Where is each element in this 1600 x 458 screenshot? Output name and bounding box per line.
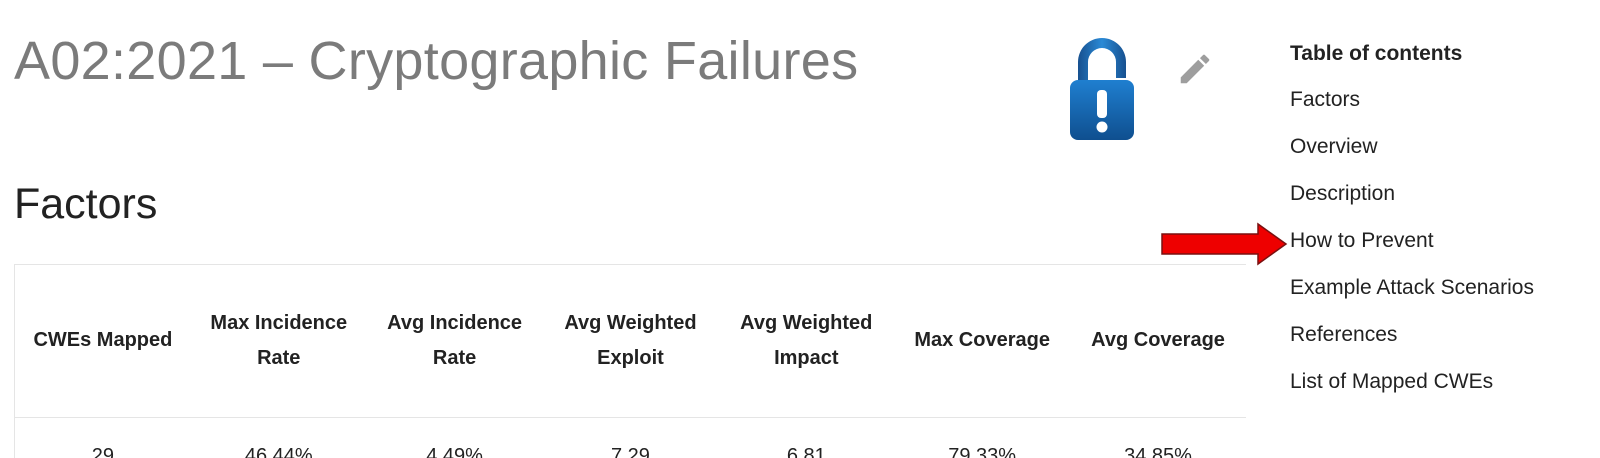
factors-heading: Factors xyxy=(14,180,158,228)
table-cell: 6.81 xyxy=(786,444,826,458)
toc-item-overview[interactable]: Overview xyxy=(1290,131,1590,178)
table-cell: 29 xyxy=(91,444,115,458)
page-title: A02:2021 – Cryptographic Failures xyxy=(14,31,859,91)
page: A02:2021 – Cryptographic Failures Factor… xyxy=(0,0,1600,458)
table-cell: 7.29 xyxy=(610,444,650,458)
unlocked-padlock-icon xyxy=(1068,34,1136,142)
table-header-row: CWEs Mapped Max Incidence Rate Avg Incid… xyxy=(15,265,1246,418)
column-header: CWEs Mapped xyxy=(15,265,191,418)
toc-item-description[interactable]: Description xyxy=(1290,178,1590,225)
table-cell: 34.85% xyxy=(1124,444,1192,458)
table-cell: 4.49% xyxy=(426,444,483,458)
table-cell: 79.33% xyxy=(948,444,1017,458)
column-header: Max Incidence Rate xyxy=(190,265,367,418)
toc-item-factors[interactable]: Factors xyxy=(1290,84,1590,131)
red-arrow-annotation xyxy=(1160,222,1288,266)
column-header: Avg Coverage xyxy=(1070,265,1246,418)
toc-item-references[interactable]: References xyxy=(1290,319,1590,366)
toc-list: Factors Overview Description How to Prev… xyxy=(1290,84,1590,413)
factors-table-card: CWEs Mapped Max Incidence Rate Avg Incid… xyxy=(14,264,1246,458)
edit-pencil-icon[interactable] xyxy=(1176,50,1214,88)
column-header: Avg Incidence Rate xyxy=(366,265,543,418)
toc-item-list-of-mapped-cwes[interactable]: List of Mapped CWEs xyxy=(1290,366,1590,413)
column-header: Avg Weighted Impact xyxy=(718,265,895,418)
toc-item-how-to-prevent[interactable]: How to Prevent xyxy=(1290,225,1590,272)
table-of-contents: Table of contents Factors Overview Descr… xyxy=(1290,38,1590,413)
toc-item-example-attack-scenarios[interactable]: Example Attack Scenarios xyxy=(1290,272,1590,319)
toc-title: Table of contents xyxy=(1290,42,1463,65)
column-header: Avg Weighted Exploit xyxy=(542,265,719,418)
factors-table: CWEs Mapped Max Incidence Rate Avg Incid… xyxy=(15,265,1246,458)
table-row: 29 46.44% 4.49% 7.29 6.81 79.33% 34.85% xyxy=(15,417,1246,458)
table-cell: 46.44% xyxy=(244,444,313,458)
column-header: Max Coverage xyxy=(894,265,1071,418)
